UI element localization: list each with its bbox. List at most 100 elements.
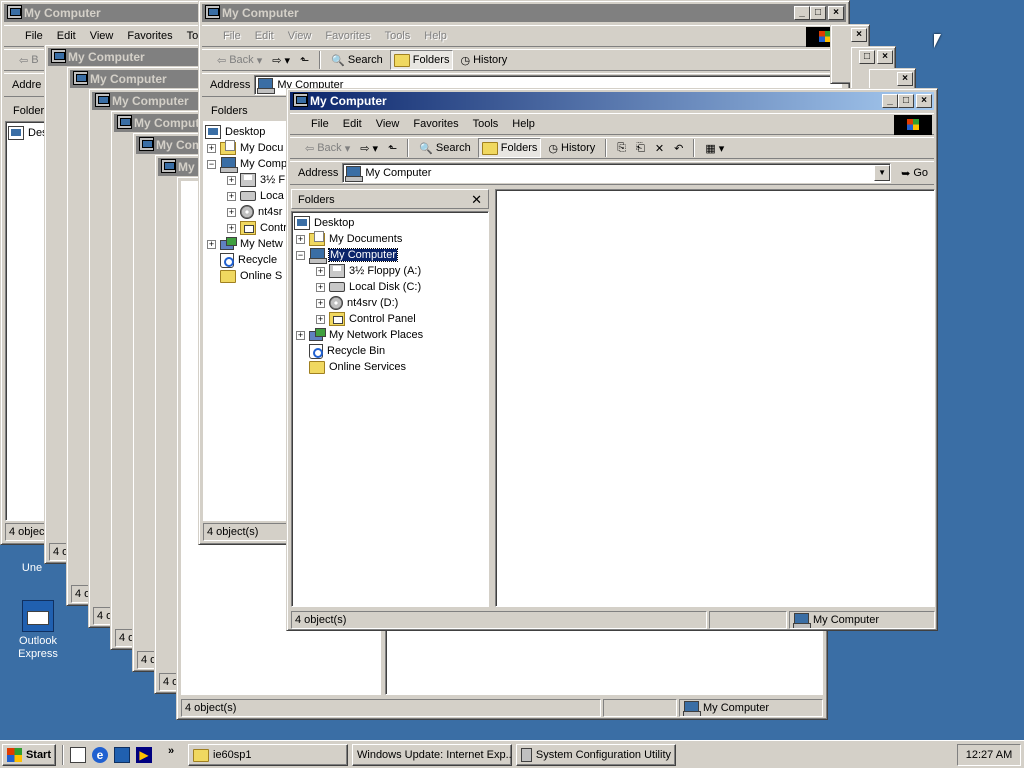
outlook-express-icon[interactable]	[114, 747, 130, 763]
forward-button[interactable]: ⇨ ▾	[357, 138, 381, 158]
windows-logo-icon	[894, 115, 932, 135]
menu-tools[interactable]: Tools	[378, 26, 418, 46]
internet-explorer-icon[interactable]: e	[92, 747, 108, 763]
history-button[interactable]: ◷ History	[545, 138, 598, 158]
close-button[interactable]: ×	[851, 28, 867, 42]
show-desktop-icon[interactable]	[70, 747, 86, 763]
toolbar: ⇦ Back ▾ ⇨ ▾ ⬑ 🔍 Search Folders ◷ History	[202, 49, 846, 71]
expand-icon[interactable]: +	[316, 282, 325, 292]
tree-item-control-panel[interactable]: + Control Panel	[316, 311, 416, 327]
address-input[interactable]: My Computer ▼	[342, 163, 892, 183]
menu-tools[interactable]: Tools	[466, 114, 506, 134]
back-button[interactable]: ⇦ Back ▾	[302, 138, 353, 158]
go-button[interactable]: ➥ Go	[895, 167, 934, 180]
menu-favorites[interactable]: Favorites	[120, 26, 179, 46]
tree-item-desktop[interactable]: Desktop	[205, 124, 265, 140]
copy-to-button[interactable]: ⎗	[633, 138, 648, 158]
menu-file[interactable]: File	[304, 114, 336, 134]
search-button[interactable]: 🔍 Search	[328, 50, 386, 70]
up-folder-icon[interactable]: ⬑	[297, 50, 312, 70]
move-to-button[interactable]: ⎘	[614, 138, 629, 158]
history-button[interactable]: ◷ History	[457, 50, 510, 70]
tree-item-control-panel[interactable]: + Contr	[227, 220, 287, 236]
close-button[interactable]: ×	[897, 72, 913, 86]
minimize-button[interactable]: _	[794, 6, 810, 20]
expand-icon[interactable]: +	[296, 234, 305, 244]
tree-item-nt4srv[interactable]: + nt4srv (D:)	[316, 295, 398, 311]
window-titlebar[interactable]: My Computer _ □ ×	[290, 92, 934, 110]
window-titlebar[interactable]: My Computer	[48, 48, 210, 66]
status-bar: 4 object(s) My Computer	[291, 611, 935, 629]
task-windows-update[interactable]: Windows Update: Internet Exp...	[352, 744, 512, 766]
expand-icon[interactable]: +	[296, 330, 305, 340]
task-system-configuration[interactable]: System Configuration Utility	[516, 744, 676, 766]
views-button[interactable]: ▦ ▾	[702, 138, 727, 158]
tree-item-network[interactable]: + My Network Places	[296, 327, 423, 343]
menu-help[interactable]: Help	[417, 26, 454, 46]
start-button[interactable]: Start	[2, 744, 56, 766]
window-titlebar[interactable]: My Computer	[70, 70, 212, 88]
tree-item-local-disk[interactable]: + Loca	[227, 188, 284, 204]
computer-icon	[683, 701, 701, 716]
menu-edit[interactable]: Edit	[50, 26, 83, 46]
tree-item-recycle-bin[interactable]: Recycle	[220, 252, 277, 268]
outlook-express-icon[interactable]: Outlook Express	[8, 600, 68, 661]
menu-view[interactable]: View	[83, 26, 121, 46]
menu-bar: File Edit View Favorites Tools Help	[290, 113, 934, 135]
maximize-button[interactable]: □	[859, 50, 875, 64]
address-dropdown-icon[interactable]: ▼	[874, 165, 891, 181]
folders-button[interactable]: Folders	[477, 138, 542, 158]
folders-tree[interactable]: Desktop + My Documents − My Computer +3½ F…	[291, 211, 489, 607]
quick-launch-chevron-icon[interactable]: »	[168, 745, 174, 757]
tree-item-network[interactable]: + My Netw	[207, 236, 283, 252]
forward-button[interactable]: ⇨ ▾	[269, 50, 293, 70]
menu-favorites[interactable]: Favorites	[406, 114, 465, 134]
maximize-button[interactable]: □	[810, 6, 826, 20]
expand-icon[interactable]: +	[316, 298, 325, 308]
collapse-icon[interactable]: −	[296, 250, 305, 260]
close-button[interactable]: ×	[916, 94, 932, 108]
desktop-icon-label: Une	[21, 562, 43, 574]
tree-item-desktop[interactable]: Desktop	[294, 215, 354, 231]
tree-item-nt4srv[interactable]: + nt4sr	[227, 204, 282, 220]
explorer-window-active[interactable]: My Computer _ □ × File Edit View Favorites…	[286, 88, 938, 631]
close-button[interactable]: ×	[828, 6, 844, 20]
tree-item-my-computer[interactable]: − My Comp	[207, 156, 287, 173]
media-player-icon[interactable]: ▶	[136, 747, 152, 763]
expand-icon[interactable]: +	[316, 314, 325, 324]
content-pane[interactable]	[495, 189, 935, 607]
menu-edit[interactable]: Edit	[248, 26, 281, 46]
delete-button[interactable]: ✕	[652, 138, 667, 158]
minimize-button[interactable]: _	[882, 94, 898, 108]
menu-edit[interactable]: Edit	[336, 114, 369, 134]
back-button[interactable]: ⇦ B	[16, 50, 42, 70]
tree-item-my-documents[interactable]: + My Docu	[207, 139, 283, 156]
folders-button[interactable]: Folders	[389, 50, 454, 70]
expand-icon[interactable]: +	[316, 266, 325, 276]
tree-item-floppy[interactable]: +3½ F	[227, 172, 285, 188]
menu-view[interactable]: View	[281, 26, 319, 46]
close-folders-pane-icon[interactable]: ✕	[471, 190, 482, 210]
menu-file[interactable]: File	[18, 26, 50, 46]
tree-item-my-computer[interactable]: − My Computer	[296, 247, 399, 264]
menu-help[interactable]: Help	[505, 114, 542, 134]
task-ie60sp1[interactable]: ie60sp1	[188, 744, 348, 766]
tree-item-online-services[interactable]: Online Services	[309, 359, 406, 375]
menu-favorites[interactable]: Favorites	[318, 26, 377, 46]
search-button[interactable]: 🔍 Search	[416, 138, 474, 158]
tree-item-floppy[interactable]: +3½ Floppy (A:)	[316, 263, 421, 279]
maximize-button[interactable]: □	[898, 94, 914, 108]
tree-item-my-documents[interactable]: + My Documents	[296, 230, 402, 247]
system-tray-clock[interactable]: 12:27 AM	[957, 744, 1021, 766]
undo-button[interactable]: ↶	[671, 138, 686, 158]
window-titlebar[interactable]: My Computer _ □ ×	[202, 4, 846, 22]
back-button[interactable]: ⇦ Back ▾	[214, 50, 265, 70]
control-panel-icon	[329, 312, 345, 326]
menu-view[interactable]: View	[369, 114, 407, 134]
menu-file[interactable]: File	[216, 26, 248, 46]
close-button[interactable]: ×	[877, 50, 893, 64]
tree-item-online-services[interactable]: Online S	[220, 268, 282, 284]
tree-item-local-disk[interactable]: + Local Disk (C:)	[316, 279, 421, 295]
up-folder-button[interactable]: ⬑	[385, 138, 400, 158]
tree-item-recycle-bin[interactable]: Recycle Bin	[309, 343, 385, 359]
